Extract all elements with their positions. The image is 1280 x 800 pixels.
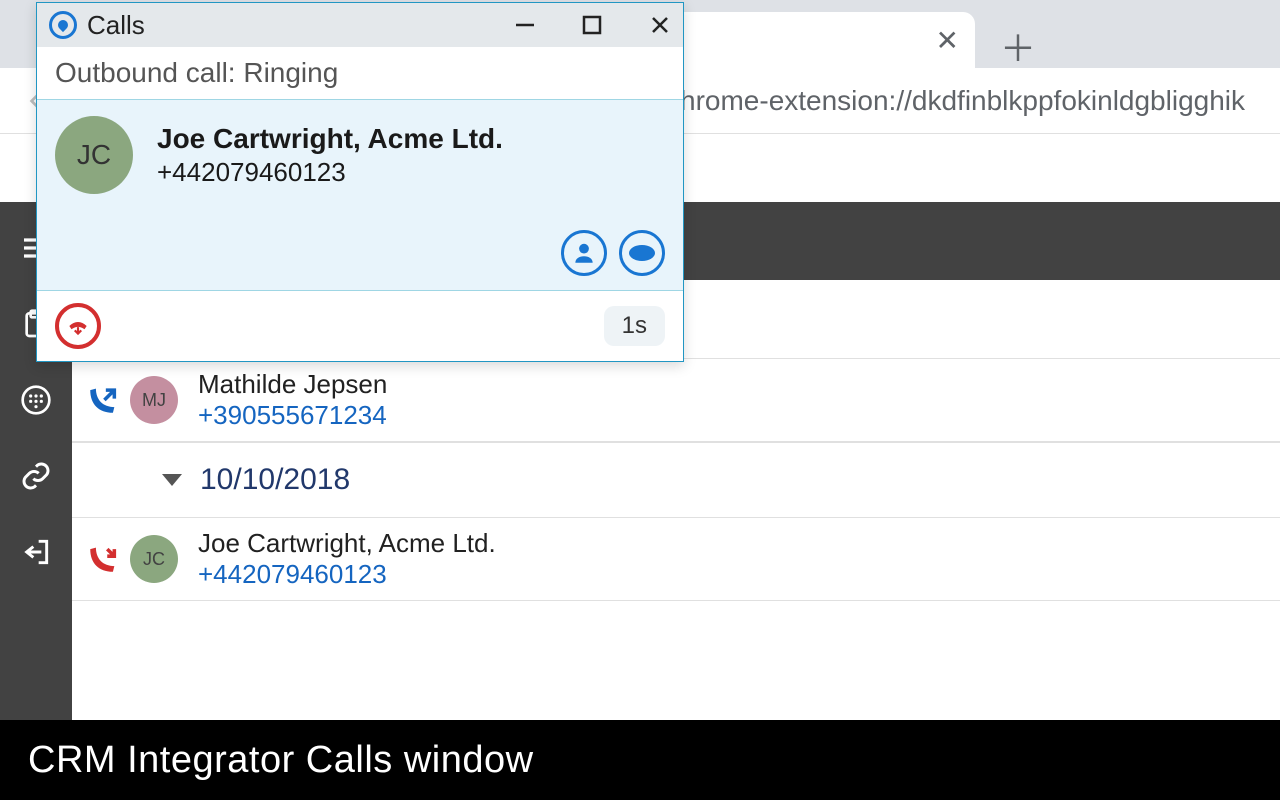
missed-call-icon [86,542,120,576]
outbound-call-icon [86,383,120,417]
tab-close-icon[interactable]: ✕ [936,24,959,57]
date-label: 10/10/2018 [200,463,350,497]
minimize-button[interactable] [513,14,535,36]
call-history-row[interactable]: MJ Mathilde Jepsen +390555671234 [72,359,1280,442]
contact-action-icon[interactable] [561,230,607,276]
hangup-button[interactable] [55,303,101,349]
call-status: Outbound call: Ringing [37,47,683,100]
new-tab-button[interactable]: ＋ [1000,20,1036,72]
calls-footer: 1s [37,291,683,361]
avatar: MJ [130,376,178,424]
caller-avatar: JC [55,116,133,194]
caller-name: Joe Cartwright, Acme Ltd. [157,123,503,155]
logout-icon[interactable] [18,534,54,570]
caption-bar: CRM Integrator Calls window [0,720,1280,800]
call-number[interactable]: +442079460123 [198,559,496,590]
calls-window-title: Calls [87,10,145,41]
call-duration: 1s [604,306,665,346]
caller-number: +442079460123 [157,157,503,188]
calls-window: Calls Outbound call: Ringing JC Joe Cart… [36,2,684,362]
calls-titlebar[interactable]: Calls [37,3,683,47]
caller-card: JC Joe Cartwright, Acme Ltd. +4420794601… [37,100,683,291]
date-header[interactable]: 10/10/2018 [72,442,1280,518]
call-name: Mathilde Jepsen [198,369,387,400]
call-name: Joe Cartwright, Acme Ltd. [198,528,496,559]
phone-app-icon [49,11,77,39]
maximize-button[interactable] [581,14,603,36]
call-number[interactable]: +390555671234 [198,400,387,431]
caption-text: CRM Integrator Calls window [28,739,534,782]
close-button[interactable] [649,14,671,36]
salesforce-icon[interactable] [619,230,665,276]
caret-down-icon [162,474,182,486]
dialpad-icon[interactable] [18,382,54,418]
avatar: JC [130,535,178,583]
call-history-row[interactable]: JC Joe Cartwright, Acme Ltd. +4420794601… [72,518,1280,601]
address-bar[interactable]: hrome-extension://dkdfinblkppfokinldgbli… [680,85,1256,117]
link-icon[interactable] [18,458,54,494]
